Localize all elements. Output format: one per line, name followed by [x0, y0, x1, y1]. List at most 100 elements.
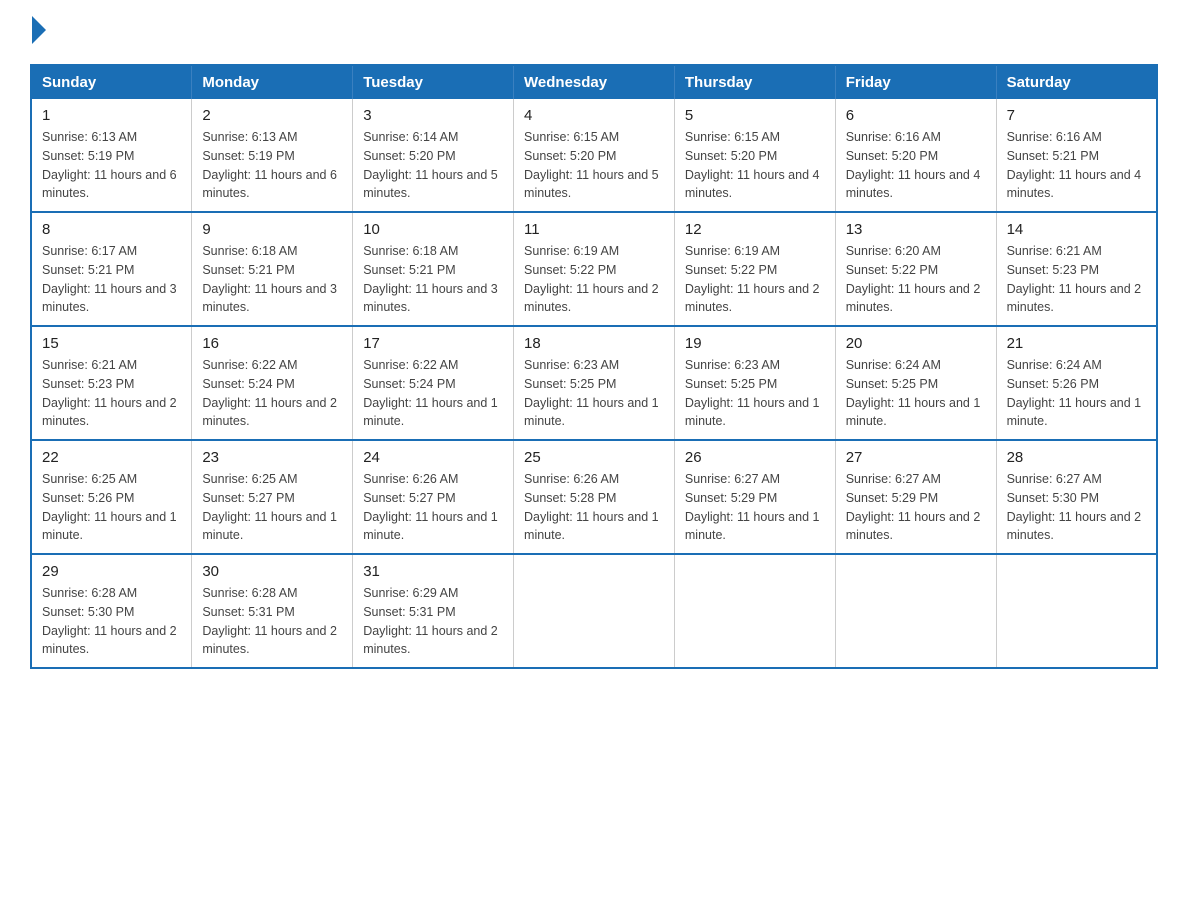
- calendar-cell: [674, 554, 835, 668]
- day-number: 25: [524, 449, 664, 466]
- calendar-cell: 23 Sunrise: 6:25 AM Sunset: 5:27 PM Dayl…: [192, 440, 353, 554]
- calendar-cell: 9 Sunrise: 6:18 AM Sunset: 5:21 PM Dayli…: [192, 212, 353, 326]
- day-number: 29: [42, 563, 181, 580]
- day-number: 1: [42, 107, 181, 124]
- calendar-cell: 27 Sunrise: 6:27 AM Sunset: 5:29 PM Dayl…: [835, 440, 996, 554]
- calendar-cell: 15 Sunrise: 6:21 AM Sunset: 5:23 PM Dayl…: [31, 326, 192, 440]
- day-info: Sunrise: 6:17 AM Sunset: 5:21 PM Dayligh…: [42, 242, 181, 317]
- day-info: Sunrise: 6:20 AM Sunset: 5:22 PM Dayligh…: [846, 242, 986, 317]
- calendar-cell: 13 Sunrise: 6:20 AM Sunset: 5:22 PM Dayl…: [835, 212, 996, 326]
- calendar-cell: 10 Sunrise: 6:18 AM Sunset: 5:21 PM Dayl…: [353, 212, 514, 326]
- day-number: 11: [524, 221, 664, 238]
- calendar-cell: 12 Sunrise: 6:19 AM Sunset: 5:22 PM Dayl…: [674, 212, 835, 326]
- calendar-cell: 1 Sunrise: 6:13 AM Sunset: 5:19 PM Dayli…: [31, 99, 192, 212]
- calendar-cell: 4 Sunrise: 6:15 AM Sunset: 5:20 PM Dayli…: [514, 99, 675, 212]
- day-number: 17: [363, 335, 503, 352]
- day-number: 2: [202, 107, 342, 124]
- calendar-week-row: 1 Sunrise: 6:13 AM Sunset: 5:19 PM Dayli…: [31, 99, 1157, 212]
- calendar-cell: 11 Sunrise: 6:19 AM Sunset: 5:22 PM Dayl…: [514, 212, 675, 326]
- calendar-cell: 18 Sunrise: 6:23 AM Sunset: 5:25 PM Dayl…: [514, 326, 675, 440]
- calendar-cell: 8 Sunrise: 6:17 AM Sunset: 5:21 PM Dayli…: [31, 212, 192, 326]
- day-info: Sunrise: 6:23 AM Sunset: 5:25 PM Dayligh…: [524, 356, 664, 431]
- calendar-week-row: 22 Sunrise: 6:25 AM Sunset: 5:26 PM Dayl…: [31, 440, 1157, 554]
- calendar-cell: 16 Sunrise: 6:22 AM Sunset: 5:24 PM Dayl…: [192, 326, 353, 440]
- calendar-cell: 5 Sunrise: 6:15 AM Sunset: 5:20 PM Dayli…: [674, 99, 835, 212]
- calendar-cell: 22 Sunrise: 6:25 AM Sunset: 5:26 PM Dayl…: [31, 440, 192, 554]
- day-info: Sunrise: 6:25 AM Sunset: 5:26 PM Dayligh…: [42, 470, 181, 545]
- day-info: Sunrise: 6:14 AM Sunset: 5:20 PM Dayligh…: [363, 128, 503, 203]
- day-info: Sunrise: 6:21 AM Sunset: 5:23 PM Dayligh…: [1007, 242, 1146, 317]
- day-info: Sunrise: 6:19 AM Sunset: 5:22 PM Dayligh…: [524, 242, 664, 317]
- day-number: 20: [846, 335, 986, 352]
- day-info: Sunrise: 6:16 AM Sunset: 5:21 PM Dayligh…: [1007, 128, 1146, 203]
- calendar-table: SundayMondayTuesdayWednesdayThursdayFrid…: [30, 64, 1158, 669]
- day-info: Sunrise: 6:26 AM Sunset: 5:27 PM Dayligh…: [363, 470, 503, 545]
- day-number: 15: [42, 335, 181, 352]
- day-number: 13: [846, 221, 986, 238]
- calendar-week-row: 29 Sunrise: 6:28 AM Sunset: 5:30 PM Dayl…: [31, 554, 1157, 668]
- day-number: 30: [202, 563, 342, 580]
- calendar-cell: [835, 554, 996, 668]
- calendar-cell: [996, 554, 1157, 668]
- day-number: 27: [846, 449, 986, 466]
- day-info: Sunrise: 6:29 AM Sunset: 5:31 PM Dayligh…: [363, 584, 503, 659]
- logo: [30, 20, 46, 44]
- header-thursday: Thursday: [674, 65, 835, 99]
- day-info: Sunrise: 6:19 AM Sunset: 5:22 PM Dayligh…: [685, 242, 825, 317]
- logo-arrow-icon: [32, 16, 46, 44]
- day-info: Sunrise: 6:27 AM Sunset: 5:29 PM Dayligh…: [846, 470, 986, 545]
- calendar-cell: 28 Sunrise: 6:27 AM Sunset: 5:30 PM Dayl…: [996, 440, 1157, 554]
- header-monday: Monday: [192, 65, 353, 99]
- day-info: Sunrise: 6:15 AM Sunset: 5:20 PM Dayligh…: [685, 128, 825, 203]
- day-number: 14: [1007, 221, 1146, 238]
- day-info: Sunrise: 6:24 AM Sunset: 5:25 PM Dayligh…: [846, 356, 986, 431]
- calendar-week-row: 15 Sunrise: 6:21 AM Sunset: 5:23 PM Dayl…: [31, 326, 1157, 440]
- header-sunday: Sunday: [31, 65, 192, 99]
- day-info: Sunrise: 6:13 AM Sunset: 5:19 PM Dayligh…: [202, 128, 342, 203]
- calendar-cell: 14 Sunrise: 6:21 AM Sunset: 5:23 PM Dayl…: [996, 212, 1157, 326]
- calendar-cell: 7 Sunrise: 6:16 AM Sunset: 5:21 PM Dayli…: [996, 99, 1157, 212]
- calendar-cell: 31 Sunrise: 6:29 AM Sunset: 5:31 PM Dayl…: [353, 554, 514, 668]
- day-number: 3: [363, 107, 503, 124]
- day-number: 4: [524, 107, 664, 124]
- day-number: 22: [42, 449, 181, 466]
- calendar-cell: 17 Sunrise: 6:22 AM Sunset: 5:24 PM Dayl…: [353, 326, 514, 440]
- calendar-cell: 21 Sunrise: 6:24 AM Sunset: 5:26 PM Dayl…: [996, 326, 1157, 440]
- day-info: Sunrise: 6:18 AM Sunset: 5:21 PM Dayligh…: [363, 242, 503, 317]
- calendar-cell: 3 Sunrise: 6:14 AM Sunset: 5:20 PM Dayli…: [353, 99, 514, 212]
- calendar-cell: 29 Sunrise: 6:28 AM Sunset: 5:30 PM Dayl…: [31, 554, 192, 668]
- day-number: 18: [524, 335, 664, 352]
- day-number: 12: [685, 221, 825, 238]
- day-info: Sunrise: 6:13 AM Sunset: 5:19 PM Dayligh…: [42, 128, 181, 203]
- day-number: 5: [685, 107, 825, 124]
- day-info: Sunrise: 6:21 AM Sunset: 5:23 PM Dayligh…: [42, 356, 181, 431]
- day-info: Sunrise: 6:25 AM Sunset: 5:27 PM Dayligh…: [202, 470, 342, 545]
- day-number: 16: [202, 335, 342, 352]
- day-number: 9: [202, 221, 342, 238]
- day-number: 26: [685, 449, 825, 466]
- calendar-cell: 20 Sunrise: 6:24 AM Sunset: 5:25 PM Dayl…: [835, 326, 996, 440]
- calendar-cell: 26 Sunrise: 6:27 AM Sunset: 5:29 PM Dayl…: [674, 440, 835, 554]
- page-header: [30, 20, 1158, 44]
- day-info: Sunrise: 6:27 AM Sunset: 5:29 PM Dayligh…: [685, 470, 825, 545]
- calendar-week-row: 8 Sunrise: 6:17 AM Sunset: 5:21 PM Dayli…: [31, 212, 1157, 326]
- calendar-cell: 2 Sunrise: 6:13 AM Sunset: 5:19 PM Dayli…: [192, 99, 353, 212]
- calendar-cell: [514, 554, 675, 668]
- day-info: Sunrise: 6:15 AM Sunset: 5:20 PM Dayligh…: [524, 128, 664, 203]
- day-number: 7: [1007, 107, 1146, 124]
- header-tuesday: Tuesday: [353, 65, 514, 99]
- calendar-header-row: SundayMondayTuesdayWednesdayThursdayFrid…: [31, 65, 1157, 99]
- day-info: Sunrise: 6:22 AM Sunset: 5:24 PM Dayligh…: [202, 356, 342, 431]
- calendar-cell: 19 Sunrise: 6:23 AM Sunset: 5:25 PM Dayl…: [674, 326, 835, 440]
- day-number: 31: [363, 563, 503, 580]
- day-number: 6: [846, 107, 986, 124]
- day-number: 23: [202, 449, 342, 466]
- header-saturday: Saturday: [996, 65, 1157, 99]
- day-info: Sunrise: 6:16 AM Sunset: 5:20 PM Dayligh…: [846, 128, 986, 203]
- day-info: Sunrise: 6:26 AM Sunset: 5:28 PM Dayligh…: [524, 470, 664, 545]
- day-info: Sunrise: 6:23 AM Sunset: 5:25 PM Dayligh…: [685, 356, 825, 431]
- day-number: 10: [363, 221, 503, 238]
- calendar-cell: 25 Sunrise: 6:26 AM Sunset: 5:28 PM Dayl…: [514, 440, 675, 554]
- day-info: Sunrise: 6:24 AM Sunset: 5:26 PM Dayligh…: [1007, 356, 1146, 431]
- day-info: Sunrise: 6:27 AM Sunset: 5:30 PM Dayligh…: [1007, 470, 1146, 545]
